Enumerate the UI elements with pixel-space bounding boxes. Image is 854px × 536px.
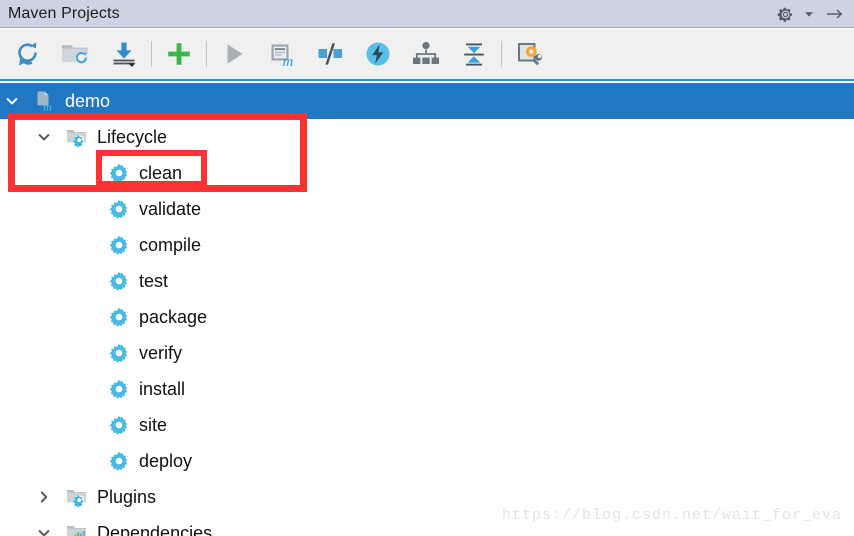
folder-gear-icon bbox=[66, 486, 88, 508]
goal-deploy[interactable]: deploy bbox=[0, 443, 854, 479]
collapse-all-icon[interactable] bbox=[450, 32, 498, 76]
maven-toolbar: m bbox=[0, 29, 854, 81]
maven-projects-tool-window: Maven Projects m m demo Lifecycle clean … bbox=[0, 0, 854, 536]
folder-gear-icon bbox=[66, 126, 88, 148]
maven-settings-icon[interactable]: m bbox=[258, 32, 306, 76]
arrow-right-icon[interactable] bbox=[822, 2, 848, 26]
project-demo[interactable]: m demo bbox=[0, 83, 854, 119]
gear-icon bbox=[108, 270, 130, 292]
tree-node-label: Dependencies bbox=[97, 523, 213, 536]
maven-projects-tree[interactable]: m demo Lifecycle clean validate compile … bbox=[0, 83, 854, 536]
gear-icon bbox=[108, 198, 130, 220]
tree-node-label: Lifecycle bbox=[97, 127, 168, 147]
tree-node-label: install bbox=[139, 379, 186, 399]
tree-node-label: verify bbox=[139, 343, 183, 363]
tool-window-titlebar: Maven Projects bbox=[0, 0, 854, 28]
goal-site[interactable]: site bbox=[0, 407, 854, 443]
goal-install[interactable]: install bbox=[0, 371, 854, 407]
folder-lifecycle[interactable]: Lifecycle bbox=[0, 119, 854, 155]
tree-node-label: package bbox=[139, 307, 208, 327]
page-title: Maven Projects bbox=[8, 4, 120, 22]
goal-validate[interactable]: validate bbox=[0, 191, 854, 227]
folder-bars-icon bbox=[66, 522, 88, 536]
svg-text:m: m bbox=[43, 100, 52, 112]
toolbar-separator bbox=[151, 41, 152, 67]
goal-compile[interactable]: compile bbox=[0, 227, 854, 263]
titlebar-actions bbox=[774, 0, 848, 28]
toggle-skip-tests-icon[interactable] bbox=[306, 32, 354, 76]
offline-mode-icon[interactable] bbox=[354, 32, 402, 76]
goal-clean[interactable]: clean bbox=[0, 155, 854, 191]
tree-node-label: test bbox=[139, 271, 169, 291]
chevron-down-icon[interactable] bbox=[34, 523, 54, 536]
chevron-down-icon[interactable] bbox=[34, 127, 54, 147]
gear-icon bbox=[108, 342, 130, 364]
toolbar-separator bbox=[206, 41, 207, 67]
svg-text:m: m bbox=[283, 54, 294, 68]
run-play-icon[interactable] bbox=[210, 32, 258, 76]
tree-node-label: site bbox=[139, 415, 168, 435]
tree-node-label: clean bbox=[139, 163, 183, 183]
download-sources-icon[interactable] bbox=[100, 32, 148, 76]
gear-icon bbox=[108, 306, 130, 328]
tree-node-label: Plugins bbox=[97, 487, 157, 507]
chevron-down-icon[interactable] bbox=[798, 2, 820, 26]
chevron-right-icon[interactable] bbox=[34, 487, 54, 507]
tree-node-label: validate bbox=[139, 199, 202, 219]
goal-package[interactable]: package bbox=[0, 299, 854, 335]
watermark-text: https://blog.csdn.net/wait_for_eva bbox=[501, 507, 842, 524]
gear-icon bbox=[108, 234, 130, 256]
tree-node-label: compile bbox=[139, 235, 202, 255]
goal-verify[interactable]: verify bbox=[0, 335, 854, 371]
gear-icon bbox=[108, 414, 130, 436]
goal-test[interactable]: test bbox=[0, 263, 854, 299]
show-dependencies-icon[interactable] bbox=[402, 32, 450, 76]
reimport-icon[interactable] bbox=[4, 32, 52, 76]
tree-node-label: deploy bbox=[139, 451, 193, 471]
generate-sources-folder-icon[interactable] bbox=[52, 32, 100, 76]
gear-icon bbox=[108, 450, 130, 472]
settings-gear-icon[interactable] bbox=[774, 2, 796, 26]
toolbar-separator bbox=[501, 41, 502, 67]
tree-node-label: demo bbox=[65, 91, 111, 111]
add-plus-icon[interactable] bbox=[155, 32, 203, 76]
maven-module-icon: m bbox=[34, 90, 56, 112]
gear-icon bbox=[108, 162, 130, 184]
maven-settings-wrench-icon[interactable] bbox=[505, 32, 553, 76]
gear-icon bbox=[108, 378, 130, 400]
chevron-down-icon[interactable] bbox=[2, 91, 22, 111]
